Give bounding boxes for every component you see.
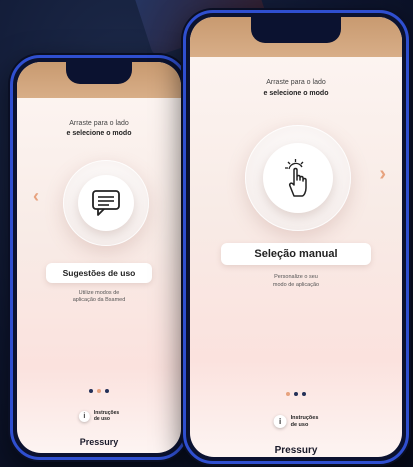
brand-name: Pressury: [79, 437, 119, 447]
tap-hand-icon: [285, 159, 307, 197]
right-phone-screen: Arraste para o lado e selecione o modo ›…: [190, 17, 402, 457]
mode-description-line1: Personalize o seu: [274, 274, 318, 280]
mode-label[interactable]: Seleção manual: [221, 243, 371, 265]
instruction-line1: Arraste para o lado: [266, 79, 326, 86]
instruction-line2: e selecione o modo: [66, 130, 132, 137]
page-dot[interactable]: [302, 392, 306, 396]
phone-notch: [66, 62, 132, 84]
help-label-line1: Instruções: [290, 415, 319, 421]
instruction-line1: Arraste para o lado: [69, 120, 129, 127]
help-button[interactable]: i Instruções de uso: [273, 415, 319, 429]
instruction-line2: e selecione o modo: [263, 90, 329, 97]
pagination-dots: [17, 389, 181, 393]
page-dot-active[interactable]: [97, 389, 101, 393]
phone-notch: [251, 17, 341, 43]
info-icon: i: [273, 415, 287, 429]
help-label-line2: de uso: [290, 421, 309, 428]
mode-description-line2: aplicação da Bsamed: [72, 297, 126, 303]
brand-name: Pressury: [274, 445, 318, 456]
page-dot[interactable]: [89, 389, 93, 393]
next-arrow[interactable]: ›: [379, 163, 386, 186]
page-dot[interactable]: [294, 392, 298, 396]
page-dot[interactable]: [105, 389, 109, 393]
chat-icon: [92, 190, 120, 216]
mode-circle[interactable]: [245, 125, 351, 231]
pagination-dots: [190, 392, 402, 396]
mode-description-line2: modo de aplicação: [272, 282, 320, 288]
prev-arrow[interactable]: ‹: [33, 186, 39, 207]
left-phone-screen: Arraste para o lado e selecione o modo ‹…: [17, 62, 181, 453]
right-phone: Arraste para o lado e selecione o modo ›…: [183, 10, 409, 464]
mode-label[interactable]: Sugestões de uso: [46, 263, 152, 283]
left-phone: Arraste para o lado e selecione o modo ‹…: [10, 55, 188, 460]
help-button[interactable]: i Instruções de uso: [78, 410, 119, 422]
mode-circle[interactable]: [63, 160, 149, 246]
page-dot-active[interactable]: [286, 392, 290, 396]
help-label-line2: de uso: [93, 416, 110, 422]
info-icon: i: [78, 410, 90, 422]
